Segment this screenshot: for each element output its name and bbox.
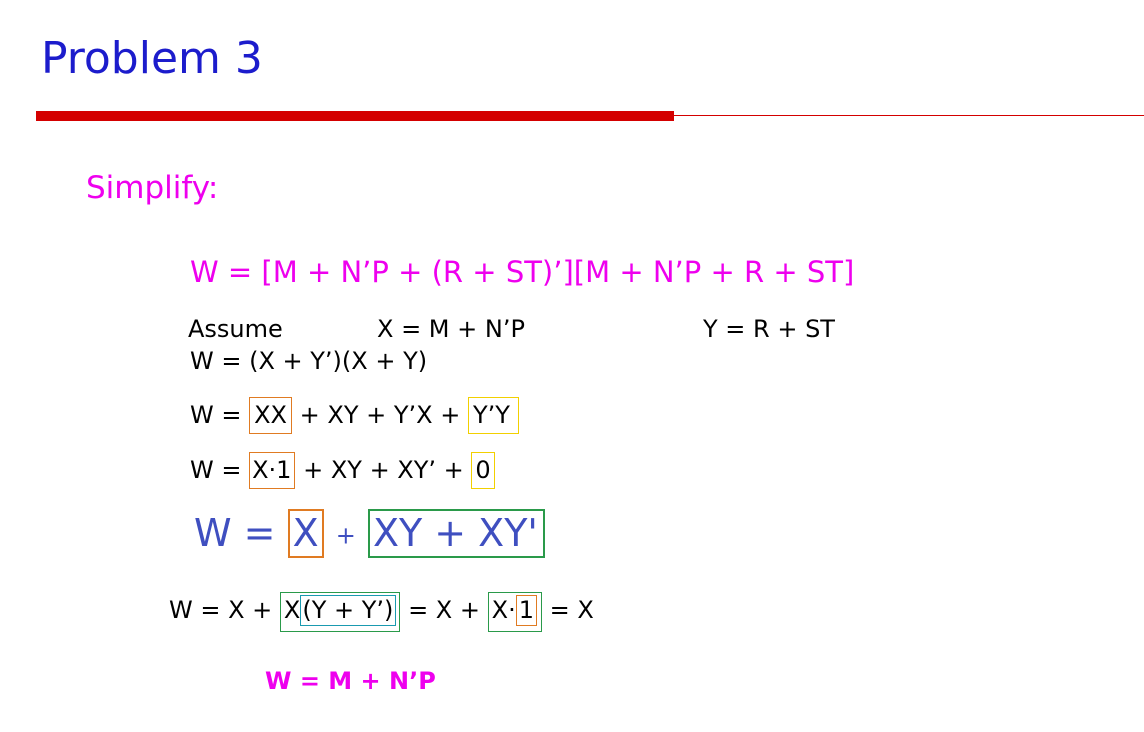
yy-term-box: Y’Y [467,397,519,434]
step-3-prefix: W = [190,456,242,484]
assume-label: Assume [188,315,283,343]
step-5-middle: = X + [408,596,480,624]
xx-term-box: XX [249,397,292,434]
step-2-line: W = XX + XY + Y’X + Y’Y [190,397,519,434]
factored-x: X [283,596,301,624]
step-5-prefix: W = X + [169,596,273,624]
x-times-one-box: X·1 [249,452,296,489]
x-times-one-term: X·1 [252,456,292,484]
instruction-heading: Simplify: [86,170,219,206]
one-term: 1 [518,596,534,624]
final-result: W = M + N’P [265,667,436,695]
complement-sum-box: (Y + Y’) [300,595,397,626]
step-5-end: = X [549,596,594,624]
step-3-line: W = X·1 + XY + XY’ + 0 [190,452,495,489]
slide-title: Problem 3 [41,33,263,84]
x-definition: X = M + N’P [377,315,525,343]
zero-term: 0 [475,456,491,484]
step-4-plus: + [335,521,356,550]
complement-sum: (Y + Y’) [302,596,394,624]
step-3-middle: + XY + XY’ + [303,456,464,484]
x-dot: X· [491,596,516,624]
zero-term-box: 0 [471,452,495,489]
title-underline-thin [674,115,1144,116]
x-dot-one-box: X· 1 [487,592,542,632]
step-1-expansion: W = (X + Y’)(X + Y) [190,347,428,375]
original-equation: W = [M + N’P + (R + ST)’][M + N’P + R + … [190,255,855,289]
xx-term: XX [254,401,287,429]
step-5-line: W = X + X(Y + Y’) = X + X· 1 = X [169,592,594,632]
x-term: X [292,511,319,555]
one-box: 1 [515,595,537,626]
step-4-line: W = X + XY + XY' [194,509,545,558]
x-term-box: X [287,509,324,558]
y-definition: Y = R + ST [703,315,835,343]
step-2-middle: + XY + Y’X + [299,401,461,429]
step-2-prefix: W = [190,401,242,429]
factored-group-box: X(Y + Y’) [279,592,401,632]
xy-group-box: XY + XY' [367,509,545,558]
title-underline-thick [36,111,674,121]
step-4-prefix: W = [194,511,276,555]
yy-term: Y’Y [472,401,510,429]
xy-group-term: XY + XY' [372,511,538,555]
